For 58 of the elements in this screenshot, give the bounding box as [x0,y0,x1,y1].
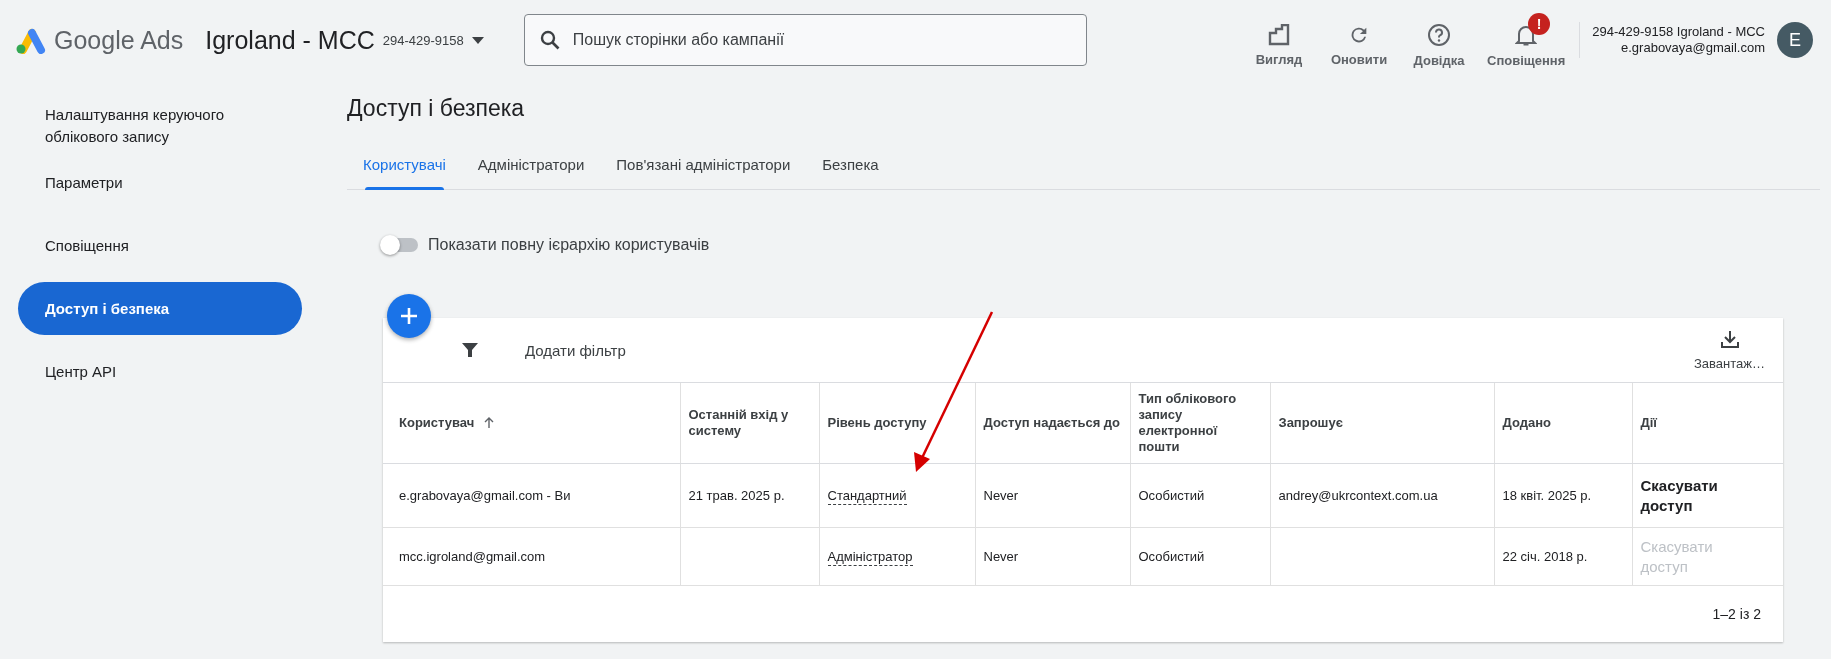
column-header[interactable]: Тип облікового запису електронної пошти [1130,383,1270,464]
plus-icon [401,308,417,324]
sidebar-item[interactable]: Налаштування керуючого облікового запису [18,96,302,156]
tab[interactable]: Пов'язані адміністратори [600,142,807,189]
add-button[interactable] [387,294,431,338]
sidebar-item[interactable]: Центр API [18,345,302,398]
tab[interactable]: Користувачі [347,142,462,189]
table-cell: mcc.igroland@gmail.com [383,527,680,586]
alert-badge: ! [1528,12,1551,35]
toggle-switch[interactable] [380,234,420,256]
tab[interactable]: Адміністратори [461,142,601,189]
logo-icon [14,26,46,54]
table-cell: 21 трав. 2025 р. [680,463,819,528]
download-button[interactable]: Завантаж… [1694,329,1765,371]
sidebar-item[interactable]: Параметри [18,156,302,209]
filter-icon[interactable] [461,341,479,359]
add-filter-link[interactable]: Додати фільтр [525,341,626,359]
table-cell: Особистий [1130,527,1270,586]
table-cell: e.grabovaya@gmail.com - Ви [383,463,680,528]
access-level-link[interactable]: Стандартний [827,488,907,505]
search-icon [539,30,560,50]
revoke-access-button[interactable]: Скасувати доступ [1640,475,1741,516]
access-level-link[interactable]: Адміністратор [827,549,913,566]
column-header[interactable]: Додано [1494,383,1632,464]
column-header[interactable]: Дії [1632,383,1783,464]
account-id: 294-429-9158 [382,32,464,48]
help-button[interactable]: Довідка [1399,12,1479,68]
caret-icon[interactable] [471,36,484,44]
product-name: Google Ads [54,25,184,55]
help-icon [1427,22,1451,47]
column-header[interactable]: Користувач [383,383,680,464]
column-title: Користувач [399,415,475,430]
avatar[interactable]: E [1777,22,1813,58]
table-cell: Never [975,463,1130,528]
table-cell: Особистий [1130,463,1270,528]
account-label: 294-429-9158 Igroland - MCC [1592,24,1765,40]
column-header[interactable]: Останній вхід у систему [680,383,819,464]
table-cell: 22 січ. 2018 р. [1494,527,1632,586]
tab[interactable]: Безпека [806,142,895,189]
page-title: Доступ і безпека [347,94,526,122]
toggle-label: Показати повну ієрархію користувачів [428,236,710,254]
download-icon [1720,329,1739,348]
table-cell: 18 квіт. 2025 р. [1494,463,1632,528]
pagination-text: 1–2 із 2 [1712,606,1761,622]
refresh-button[interactable]: Оновити [1319,13,1399,67]
column-header[interactable]: Запрошує [1270,383,1494,464]
view-button[interactable]: Вигляд [1239,13,1319,67]
table-cell: Never [975,527,1130,586]
search-field[interactable]: Пошук сторінки або кампанії [523,14,1087,66]
table-cell: andrey@ukrcontext.com.ua [1270,463,1494,528]
notifications-button[interactable]: Сповіщення ! [1479,12,1574,68]
toggle-thumb[interactable] [380,235,400,255]
view-icon [1268,23,1290,46]
account-name: Igroland - MCC [205,25,375,55]
sidebar-item[interactable]: Сповіщення [18,219,302,272]
user-email: e.grabovaya@gmail.com [1621,40,1765,56]
column-header[interactable]: Доступ надається до [975,383,1130,464]
sidebar-item[interactable]: Доступ і безпека [18,282,302,335]
